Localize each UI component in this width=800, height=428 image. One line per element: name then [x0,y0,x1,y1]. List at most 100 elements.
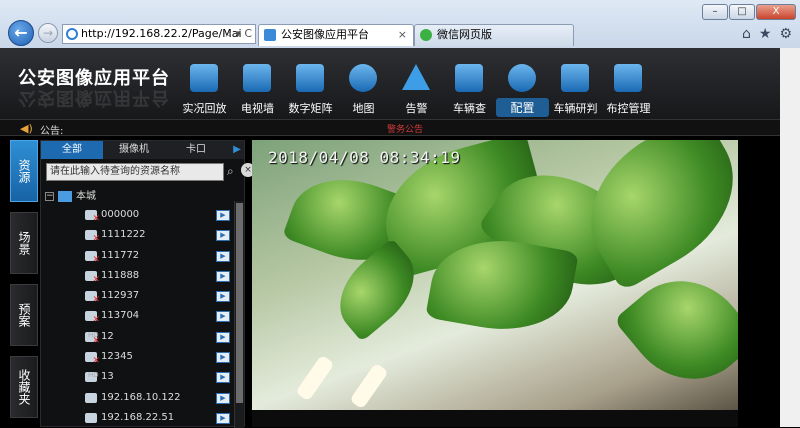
address-bar[interactable]: http://192.168.22.2/Page/Mai ⌕ ▾ C [62,24,256,44]
tree-node[interactable]: ✕ 112937 ▶ [77,286,237,306]
video-side-strip [740,140,780,427]
tree-scrollbar[interactable] [234,201,244,428]
camera-icon: ✕ [85,210,100,224]
offline-icon: ✕ [92,214,100,224]
nav-vehicle-search[interactable]: 车辆查 [443,48,496,120]
window-right-edge [780,48,800,427]
play-video-icon[interactable]: ▶ [216,372,230,384]
nav-alarm[interactable]: 告警 [390,48,443,120]
address-tools[interactable]: ⌕ ▾ C [226,25,252,43]
nav-tv-wall[interactable]: 电视墙 [231,48,284,120]
notice-bar: ◀) 公告: 警务公告 [0,120,780,137]
vtab-favorites[interactable]: 收藏夹 [10,356,38,418]
app-title-reflection: 公安图像应用平台 [18,87,170,108]
nav-config[interactable]: 配置 [496,48,549,120]
tree-node[interactable]: 192.168.10.122 ▶ [77,388,237,408]
play-video-icon[interactable]: ▶ [216,311,230,323]
tab-all[interactable]: 全部 [41,141,103,159]
camera-icon: ✕ [85,270,100,285]
tab-checkpoints[interactable]: 卡口 [165,141,227,159]
car-control-icon [614,64,642,92]
nav-label: 车辆研判 [553,102,598,115]
alert-icon [402,64,430,90]
offline-icon: ✕ [92,274,100,285]
tab-scroll-right-icon[interactable]: ▶ [230,141,244,159]
tree-node[interactable]: HD 13 ▶ [77,367,237,387]
address-text: http://192.168.22.2/Page/Mai [81,27,242,40]
ceiling-light [295,354,335,402]
camera-icon: ✕ [85,291,100,306]
tree-node[interactable]: ✕ 113704 ▶ [77,306,237,326]
ie-icon [66,28,78,40]
vtab-plans[interactable]: 预案 [10,284,38,346]
vtab-resources[interactable]: 资源 [10,140,38,202]
tab-cameras[interactable]: 摄像机 [103,141,165,159]
tree-node[interactable]: ✕ 000000 ▶ [77,205,237,225]
nav-label: 电视墙 [241,102,274,115]
tree-node-label: 1111222 [101,229,146,241]
camera-icon: ✕ [85,311,100,326]
nav-live-playback[interactable]: 实况回放 [178,48,231,120]
star-icon[interactable]: ★ [759,26,772,42]
vtab-label: 收藏夹 [17,369,31,405]
resource-search-input[interactable]: 请在此输入待查询的资源名称 [46,163,224,181]
camera-icon: ✕ [85,230,100,245]
collapse-icon[interactable]: − [45,191,54,201]
search-icon[interactable]: ⌕ [227,164,234,179]
tree-node[interactable]: 192.168.22.51 ▶ [77,408,237,428]
offline-icon: ✕ [92,295,100,306]
close-button[interactable]: X [756,4,796,20]
nav-digital-matrix[interactable]: 数字矩阵 [284,48,337,120]
forward-button[interactable]: → [38,23,58,43]
nav-vehicle-analysis[interactable]: 车辆研判 [549,48,602,120]
nav-map[interactable]: 地图 [337,48,390,120]
play-video-icon[interactable]: ▶ [216,270,230,282]
video-view[interactable]: 2018/04/08 08:34:19 [252,140,738,410]
close-tab-icon[interactable]: × [398,25,407,45]
scroll-thumb[interactable] [236,203,243,403]
device-tree: ✕ 000000 ▶ ✕ 1111222 ▶ ✕ 111772 ▶ ✕ 111888 ▶ ✕ 112937… [77,205,237,428]
window-controls: – □ X [702,4,796,20]
tree-node[interactable]: ✕ 111772 ▶ [77,246,237,266]
maximize-button[interactable]: □ [729,4,755,20]
video-timestamp: 2018/04/08 08:34:19 [268,148,461,167]
page-favicon-icon [264,29,276,41]
nav-control-management[interactable]: 布控管理 [602,48,655,120]
tab-wechat[interactable]: 微信网页版 [414,24,574,46]
play-video-icon[interactable]: ▶ [216,250,230,262]
folder-icon [58,190,72,202]
gear-icon[interactable]: ⚙ [779,26,792,42]
play-video-icon[interactable]: ▶ [216,291,230,303]
tree-node[interactable]: ✕ 1111222 ▶ [77,225,237,245]
config-star-icon [508,64,536,92]
tree-node[interactable]: ✕ HD 12 ▶ [77,327,237,347]
tab-platform[interactable]: 公安图像应用平台 × [258,24,414,46]
nav-label: 车辆查 [453,102,486,115]
play-video-icon[interactable]: ▶ [216,210,230,221]
vtab-label: 预案 [17,303,31,327]
notice-message[interactable]: 警务公告 [387,122,423,135]
app-header: 公安图像应用平台 公安图像应用平台 实况回放 电视墙 数字矩阵 地图 告警 车辆… [0,48,780,120]
offline-icon: ✕ [92,234,100,245]
play-video-icon[interactable]: ▶ [216,352,230,364]
minimize-button[interactable]: – [702,4,728,20]
grid-icon [190,64,218,92]
tree-node[interactable]: ✕ 12345 ▶ [77,347,237,367]
camera-icon [85,392,97,403]
home-icon[interactable]: ⌂ [742,26,751,42]
play-video-icon[interactable]: ▶ [216,392,230,404]
wechat-icon [420,29,432,41]
tree-node-label: 13 [101,371,114,383]
ceiling-light [349,362,389,410]
vtab-scenes[interactable]: 场景 [10,212,38,274]
tree-node-label: 192.168.22.51 [101,411,175,423]
tree-node[interactable]: ✕ 111888 ▶ [77,266,237,286]
browser-toolbar-icons: ⌂ ★ ⚙ [742,26,792,42]
play-video-icon[interactable]: ▶ [216,412,230,424]
offline-icon: ✕ [92,315,100,326]
play-video-icon[interactable]: ▶ [216,230,230,242]
side-vertical-tabs: 资源 场景 预案 收藏夹 [10,140,38,428]
play-video-icon[interactable]: ▶ [216,331,230,343]
tree-root[interactable]: − 本城 [45,187,96,202]
back-button[interactable]: ← [8,20,34,46]
